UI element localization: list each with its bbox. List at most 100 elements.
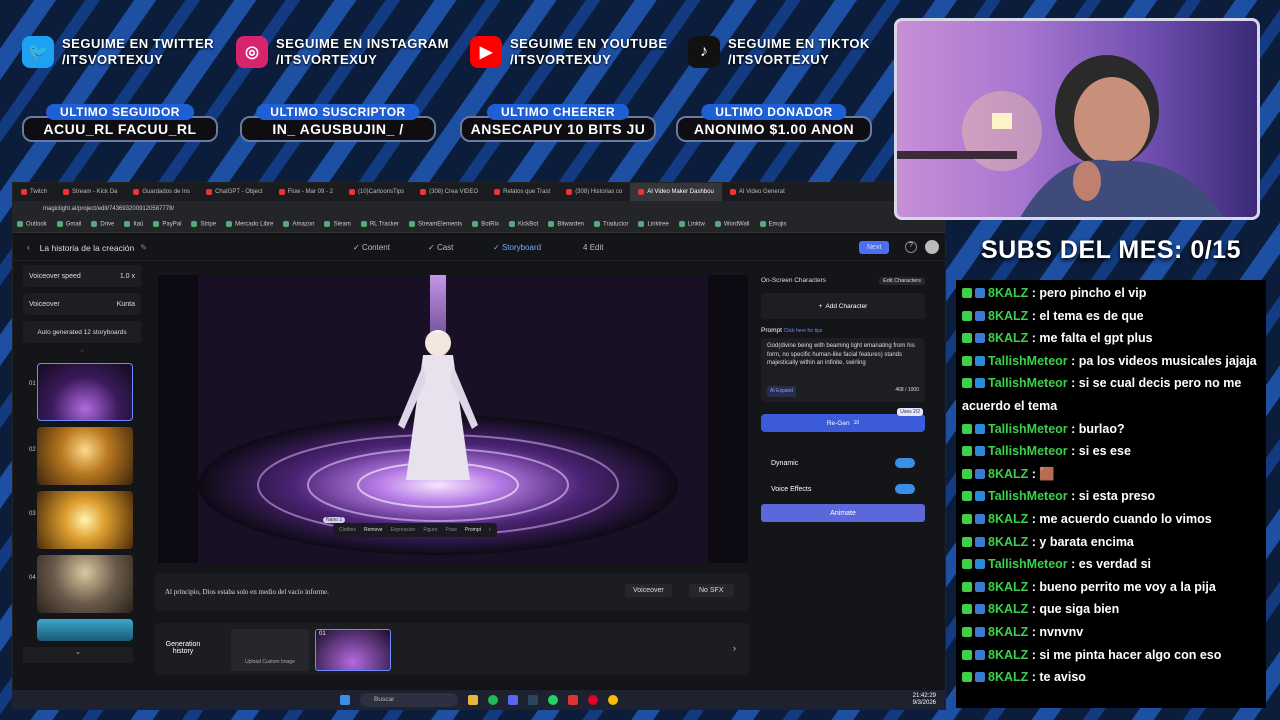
whatsapp-icon[interactable] [548,695,558,705]
tool-clothes[interactable]: Clothes [339,527,356,533]
bookmark[interactable]: Gmail [57,221,82,228]
step-storyboard[interactable]: ✓ Storyboard [493,243,541,252]
edit-characters-button[interactable]: Edit Characters [879,277,925,285]
bookmark[interactable]: Mercado Libre [226,221,273,228]
chat-username[interactable]: TallishMeteor [988,557,1068,571]
chat-username[interactable]: 8KALZ [988,580,1028,594]
chat-username[interactable]: 8KALZ [988,331,1028,345]
voiceover-button[interactable]: Voiceover [625,584,672,597]
tool-remove[interactable]: Remove [364,527,383,533]
chat-username[interactable]: TallishMeteor [988,354,1068,368]
generation-thumb[interactable] [315,629,391,671]
chat-username[interactable]: 8KALZ [988,625,1028,639]
upload-custom-image[interactable]: Upload Custom Image [231,629,309,671]
browser-tab[interactable]: Flow - Mar 09 - 2 [271,183,341,201]
steam-icon[interactable] [528,695,538,705]
chevron-down-icon[interactable]: ⌄ [23,647,133,663]
bookmark[interactable]: PayPal [153,221,181,228]
tool-expression[interactable]: Expression [391,527,416,533]
bookmark[interactable]: RL Tracker [361,221,399,228]
animate-button[interactable]: Animate [761,504,925,522]
chat-username[interactable]: 8KALZ [988,286,1028,300]
folder-icon[interactable] [468,695,478,705]
bookmark[interactable]: Steam [324,221,350,228]
add-character-button[interactable]: + Add Character [761,293,925,319]
tool-pose[interactable]: Pose [446,527,457,533]
bookmark[interactable]: Stripe [191,221,216,228]
chrome-icon[interactable] [608,695,618,705]
edit-title-icon[interactable]: ✎ [140,243,147,252]
avatar[interactable] [925,240,939,254]
bookmark[interactable]: KickBot [509,221,538,228]
chat-username[interactable]: TallishMeteor [988,376,1068,390]
chat-username[interactable]: 8KALZ [988,309,1028,323]
chevron-right-icon[interactable]: › [489,527,491,533]
storyboard-thumb-04[interactable] [37,555,133,613]
chevron-up-icon[interactable]: ⌃ [23,349,141,357]
bookmark[interactable]: Linktree [638,221,668,228]
bookmark[interactable]: Linktw [679,221,705,228]
voiceover-select[interactable]: Voiceover Kunta [23,293,141,315]
chat-username[interactable]: 8KALZ [988,602,1028,616]
prompt-tips-link[interactable]: Click here for tips [784,328,823,334]
bookmark[interactable]: Emojis [760,221,787,228]
chevron-right-icon[interactable]: › [733,643,736,653]
taskbar-search[interactable]: Buscar [360,693,458,707]
chat-username[interactable]: 8KALZ [988,670,1028,684]
storyboard-preview[interactable]: Nano 2 Clothes Remove Expression Figure … [158,275,748,563]
regen-button[interactable]: Re-Gen 10 Uses 2/2 [761,408,925,432]
voice-effects-toggle[interactable] [895,484,915,494]
opera-icon[interactable] [588,695,598,705]
chat-username[interactable]: 8KALZ [988,535,1028,549]
app-icon[interactable] [568,695,578,705]
discord-icon[interactable] [508,695,518,705]
storyboard-thumb-05[interactable] [37,619,133,641]
voiceover-speed[interactable]: Voiceover speed 1.0 x [23,265,141,287]
bookmark[interactable]: Bitwarden [548,221,584,228]
browser-tab[interactable]: Stream - Kick Da [55,183,125,201]
address-bar[interactable]: magiclight.ai/project/edit/7436932009120… [13,201,945,217]
browser-tab[interactable]: ChatGPT - Object [198,183,271,201]
bookmark[interactable]: Amazon [283,221,314,228]
chat-username[interactable]: 8KALZ [988,467,1028,481]
browser-tab[interactable]: (308) Historias co [558,183,630,201]
browser-tab[interactable]: (308) Crea VIDEO [412,183,486,201]
next-button[interactable]: Next [859,241,890,254]
social-text: SEGUIME EN TWITTER/ITSVORTEXUY [62,36,214,67]
dynamic-toggle[interactable] [895,458,915,468]
tool-figure[interactable]: Figure [423,527,437,533]
bookmark[interactable]: StreamElements [409,221,462,228]
chat-username[interactable]: TallishMeteor [988,422,1068,436]
browser-tab[interactable]: Guardados de Ins [125,183,198,201]
bookmark[interactable]: Drive [91,221,114,228]
browser-tab[interactable]: Twitch [13,183,55,201]
spotify-icon[interactable] [488,695,498,705]
chat-username[interactable]: TallishMeteor [988,444,1068,458]
bookmark[interactable]: WordWall [715,221,750,228]
bookmark[interactable]: Itaú [124,221,143,228]
bookmark[interactable]: BotRix [472,221,499,228]
bookmark[interactable]: Outlook [17,221,47,228]
step-cast[interactable]: ✓ Cast [428,243,453,252]
storyboard-thumb-01[interactable] [37,363,133,421]
storyboard-thumb-02[interactable] [37,427,133,485]
step-content[interactable]: ✓ Content [353,243,390,252]
windows-start-icon[interactable] [340,695,350,705]
back-arrow-icon[interactable]: ‹ [27,243,30,252]
browser-tab[interactable]: (10)CartoonsTips [341,183,412,201]
browser-tab[interactable]: AI Video Maker Dashbou [630,183,722,201]
storyboard-thumb-03[interactable] [37,491,133,549]
ai-expand-button[interactable]: AI Expand [767,386,797,397]
help-icon[interactable]: ? [905,241,917,253]
browser-tab[interactable]: AI Video Generat [722,183,793,201]
bookmark[interactable]: Traductor [594,221,628,228]
chat-username[interactable]: 8KALZ [988,648,1028,662]
no-sfx-button[interactable]: No SFX [689,584,734,597]
chat-username[interactable]: TallishMeteor [988,489,1068,503]
browser-tab[interactable]: Relatos que Trast [486,183,558,201]
caption-bar[interactable]: Al principio, Dios estaba solo en medio … [155,573,749,611]
chat-username[interactable]: 8KALZ [988,512,1028,526]
tool-prompt[interactable]: Prompt [465,527,481,533]
step-edit[interactable]: 4 Edit [583,243,603,252]
prompt-textarea[interactable]: God(divine being with beaming light eman… [761,338,925,402]
